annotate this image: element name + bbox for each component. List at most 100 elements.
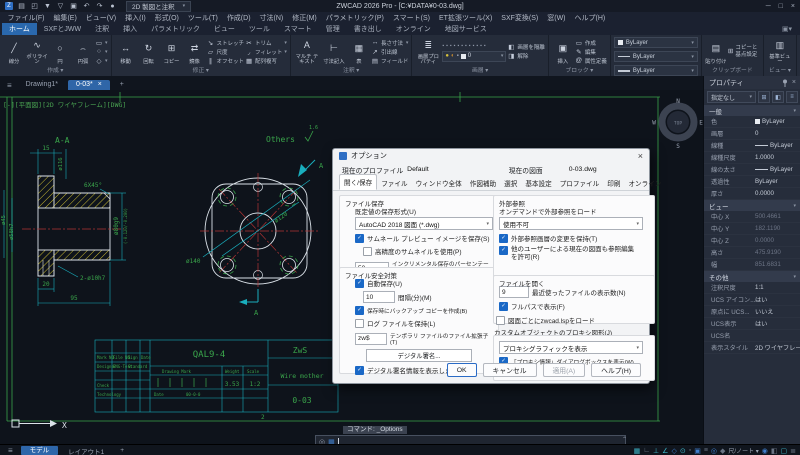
group-label-annotate[interactable]: 注釈 ▾ [291,67,411,76]
xref-edit-checkbox[interactable]: ✓ [499,246,508,255]
group-label-clipboard[interactable]: クリップボード [702,67,763,76]
xref-retain-checkbox[interactable]: ✓ [499,234,508,243]
linetype-control[interactable]: ByLayer▾ [614,51,698,62]
save-format-dropdown[interactable]: AutoCAD 2018 図面 (*.dwg)▾ [355,217,493,230]
customize-icon[interactable]: ≣ [790,447,796,455]
ellipse-button[interactable]: ○▾ [95,47,108,56]
workspace-switcher[interactable]: 2D 製図と注釈 ▾ [126,1,191,12]
tab-preferences[interactable]: 基本設定 [521,176,555,190]
tab-drafting[interactable]: 作図補助 [466,176,500,190]
paste-button[interactable]: ▤貼り付け [705,36,727,67]
ribbon-tab-smart[interactable]: スマート [277,23,319,35]
menu-window[interactable]: 窓(W) [543,13,570,23]
compass-w[interactable]: W [652,120,656,127]
digital-signature-button[interactable]: デジタル署名... [366,349,472,362]
tab-selection[interactable]: 選択 [500,176,521,190]
tab-plot[interactable]: 印刷 [603,176,624,190]
grid-icon[interactable]: ▦ [634,447,641,455]
doc-tab-drawing1[interactable]: Drawing1* [18,80,66,90]
layout1-tab[interactable]: レイアウト1 [62,446,110,455]
layer-isolate-button[interactable]: ◧画層を隔離 [507,43,545,52]
menu-draw[interactable]: 作成(D) [222,13,255,23]
create-block-button[interactable]: ▭作成 [575,38,607,47]
log-checkbox[interactable] [355,319,364,328]
prop-row-ucs-origin[interactable]: 原点に UCS...いいえ [704,306,800,318]
dimension-button[interactable]: ⊢寸法記入 [321,36,347,67]
section-general[interactable]: 一般▾ [704,105,800,116]
menu-view[interactable]: ビュー(V) [81,13,120,23]
menu-smart[interactable]: スマート(S) [388,13,434,23]
lineweight-control[interactable]: ByLayer▾ [614,65,698,76]
annotation-autoscale-icon[interactable]: ◆ [720,447,725,455]
tab-files[interactable]: ファイル [377,176,411,190]
prop-row-ucs-show[interactable]: UCS表示はい [704,318,800,330]
workspace-gear-icon[interactable]: ◉ [762,447,768,455]
layer-tool-icon[interactable]: ▪ [442,43,444,49]
menu-et-tools[interactable]: ET拡張ツール(X) [435,13,497,23]
layer-tool-icon[interactable]: ▪ [480,43,482,49]
redo-icon[interactable]: ↷ [95,2,104,10]
layer-tool-icon[interactable]: ▪ [454,43,456,49]
close-tab-icon[interactable]: × [98,81,102,88]
hires-thumbnail-checkbox[interactable] [363,247,372,256]
group-label-layers[interactable]: 画層 ▾ [412,67,548,76]
menu-sxf[interactable]: SXF変換(S) [497,13,543,23]
select-objects-icon[interactable]: ◧ [772,91,784,103]
menu-insert[interactable]: 挿入(I) [121,13,151,23]
print-icon[interactable]: ▣ [69,2,78,10]
close-panel-icon[interactable]: × [792,79,796,86]
otrack-icon[interactable]: ⊙ [680,447,686,455]
prop-row-lineweight[interactable]: 線の太さByLayer [704,164,800,176]
dynamic-input-icon[interactable]: ▣ [694,447,701,455]
field-button[interactable]: ▤フィールド [371,56,408,65]
osnap-icon[interactable]: ◇ [671,447,676,455]
ribbon-tab-view[interactable]: ビュー [207,23,242,35]
open-file-icon[interactable]: ◰ [30,2,39,10]
base-view-button[interactable]: ▥基準ビュー [767,36,793,67]
isolate-objects-icon[interactable]: ◧ [771,447,778,455]
thumbnail-checkbox[interactable]: ✓ [355,234,364,243]
prop-row-ucs-name[interactable]: UCS名 [704,330,800,342]
ok-button[interactable]: OK [447,363,477,377]
dialog-title-bar[interactable]: オプション × [333,149,649,163]
maximize-button[interactable]: □ [779,3,783,10]
section-misc[interactable]: その他▾ [704,271,800,282]
stretch-button[interactable]: ↘ストレッチ [207,38,245,47]
help-button[interactable]: ヘルプ(H) [591,363,641,377]
temp-ext-input[interactable]: zw$ [355,333,387,345]
menu-edit[interactable]: 編集(E) [49,13,81,23]
model-tab[interactable]: モデル [21,446,59,455]
prop-row-ltscale[interactable]: 線種尺度1.0000 [704,152,800,164]
offset-button[interactable]: ∥オフセット [207,56,245,65]
fullpath-checkbox[interactable]: ✓ [499,302,508,311]
layer-dropdown[interactable]: ● ◐ ▪ 0 ▾ [442,51,506,62]
ribbon-tab-insert[interactable]: 挿入 [116,23,144,35]
ortho-icon[interactable]: ⊥ [653,447,659,455]
layer-tool-icon[interactable]: ▪ [461,43,463,49]
ribbon-tab-sxf-jww[interactable]: SXFとJWW [37,23,88,35]
layer-tool-icon[interactable]: ▪ [476,43,478,49]
undo-icon[interactable]: ↶ [82,2,91,10]
prop-row-annoscale[interactable]: 注釈尺度1:1 [704,282,800,294]
layer-tool-icon[interactable]: ▪ [450,43,452,49]
save-icon[interactable]: ▼ [43,3,52,10]
array-button[interactable]: ▦配列複写 [245,56,287,65]
section-view[interactable]: ビュー▾ [704,200,800,211]
ribbon-tab-map[interactable]: 地図サービス [438,23,494,35]
group-label-view[interactable]: ビュー ▾ [764,67,796,76]
group-label-draw[interactable]: 作成 ▾ [0,67,111,76]
menu-format[interactable]: 形式(O) [150,13,183,23]
arc-button[interactable]: ⌢円弧 [72,36,94,67]
minimize-button[interactable]: ─ [766,3,771,10]
autosave-interval-input[interactable]: 10 [363,291,395,303]
backup-checkbox[interactable]: ✓ [355,306,364,315]
layer-tool-icon[interactable]: ▪ [457,43,459,49]
lineweight-icon[interactable]: ≡ [704,447,708,454]
ribbon-tab-export[interactable]: 書き出し [347,23,389,35]
menu-tools[interactable]: ツール(T) [183,13,222,23]
doc-menu-icon[interactable]: ≡ [3,81,16,90]
ribbon-tab-manage[interactable]: 管理 [319,23,347,35]
ribbon-tab-home[interactable]: ホーム [2,23,37,35]
insert-block-button[interactable]: ▣挿入 [552,36,574,67]
annotation-scale-control[interactable]: 尺/ノート ▾ [728,446,758,455]
